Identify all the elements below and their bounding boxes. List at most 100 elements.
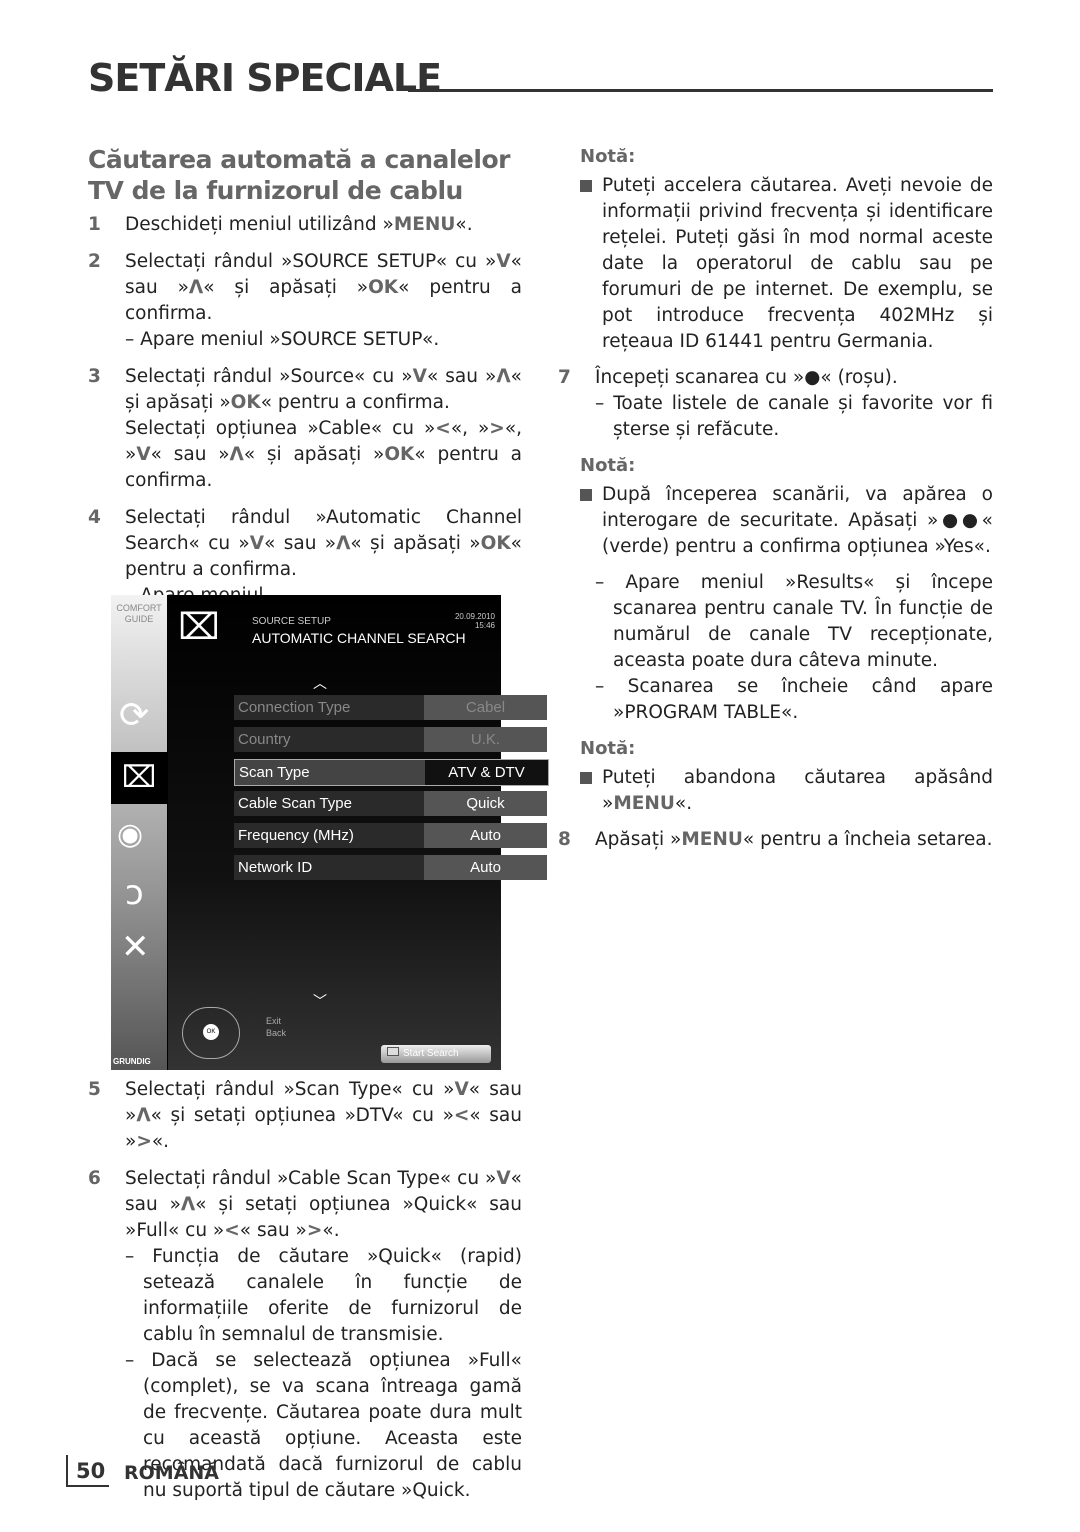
- steps-1-4: 1 Deschideți meniul utilizând »MENU«. 2 Sel…: [88, 212, 522, 620]
- note-bullet: Puteți accelera căutarea. Aveți nevoie d…: [580, 173, 993, 355]
- source-setup-header-icon: ⌧: [178, 607, 220, 648]
- menu-row[interactable]: Network ID Auto: [234, 855, 547, 880]
- note-bullet: Puteți abandona căutarea apăsând »MENU«.: [580, 765, 993, 817]
- step-subtext: – Toate listele de canale și favorite vo…: [595, 393, 993, 440]
- step-text: «, »: [450, 418, 490, 439]
- start-search-button[interactable]: Start Search: [381, 1045, 491, 1063]
- remote-key-label: Λ: [180, 1194, 196, 1215]
- note-text: După începerea scanării, va apărea o int…: [602, 484, 993, 557]
- menu-row[interactable]: Cable Scan Type Quick: [234, 791, 547, 816]
- menu-row[interactable]: Scan Type ATV & DTV: [234, 759, 549, 786]
- manual-page: SETĂRI SPECIALE Căutarea automată a cana…: [0, 0, 1080, 1532]
- note-heading: Notă:: [580, 146, 636, 167]
- note-subs: – Apare meniul »Results« și începe scana…: [595, 570, 993, 726]
- remote-key-label: OK: [480, 533, 511, 554]
- step-text: Deschideți meniul utilizând »: [125, 214, 394, 235]
- step-number: 5: [88, 1079, 101, 1100]
- right-column: Notă: Puteți accelera căutarea. Aveți ne…: [558, 144, 993, 853]
- remote-key-label: MENU: [393, 214, 456, 235]
- step-text: « sau »: [264, 533, 337, 554]
- menu-source-label: SOURCE SETUP: [252, 616, 331, 627]
- step-subtext: – Apare meniul »Results« și începe scana…: [595, 572, 993, 671]
- step-text: Selectați opțiunea »Cable« cu »: [125, 418, 436, 439]
- step-text: « pentru a confirma.: [260, 392, 450, 413]
- remote-key-label: V: [412, 366, 427, 387]
- tv-main-panel: ⌧ SOURCE SETUP AUTOMATIC CHANNEL SEARCH …: [168, 595, 549, 1070]
- tv-sidebar: COMFORT GUIDE ⟳ ⌧ ◉ ↄ ✕ GRUNDIG: [111, 595, 167, 1070]
- remote-key-label: >: [489, 418, 505, 439]
- step-text: Selectați rândul »Scan Type« cu »: [125, 1079, 455, 1100]
- red-button-icon: [387, 1047, 399, 1056]
- step-subtext: – Scanarea se încheie când apare »PROGRA…: [595, 676, 993, 723]
- remote-key-label: >: [136, 1131, 152, 1152]
- remote-navigation-icon: OK: [182, 1007, 240, 1059]
- menu-key: MENU: [681, 829, 743, 850]
- menu-row-value[interactable]: Auto: [424, 855, 547, 880]
- step-subtext: – Funcția de căutare »Quick« (rapid) set…: [125, 1246, 522, 1345]
- step-7: 7 Începeți scanarea cu »●« (roșu). – Toate…: [558, 365, 993, 443]
- menu-row-label: Frequency (MHz): [238, 827, 354, 844]
- section-heading: Căutarea automată a canalelor TV de la f…: [88, 145, 510, 205]
- remote-key-label: >: [306, 1220, 323, 1241]
- remote-key-label: Λ: [136, 1105, 151, 1126]
- menu-row-label: Network ID: [238, 859, 313, 876]
- date-time: 20.09.2010 15:46: [455, 612, 495, 630]
- brand-logo: GRUNDIG: [113, 1057, 151, 1066]
- back-label: Back: [266, 1028, 287, 1038]
- menu-row-value[interactable]: ATV & DTV: [425, 760, 548, 785]
- step-8: 8 Apăsați »MENU« pentru a încheia setarea…: [558, 827, 993, 853]
- step-text: Selectați rândul »Source« cu »: [125, 366, 413, 387]
- note-bullet: După începerea scanării, va apărea o int…: [580, 482, 993, 560]
- eye-icon: ◉: [117, 817, 144, 852]
- menu-row[interactable]: Connection Type Cabel: [234, 695, 547, 720]
- step-text: «.: [322, 1220, 340, 1241]
- note-heading: Notă:: [580, 455, 636, 476]
- bullet-square-icon: [580, 180, 592, 192]
- step-3: 3 Selectați rândul »Source« cu »V« sau »Λ…: [88, 364, 522, 494]
- note-heading: Notă:: [580, 738, 636, 759]
- menu-row-value[interactable]: Auto: [424, 823, 547, 848]
- title-rule: [408, 89, 993, 92]
- remote-key-label: Λ: [229, 444, 244, 465]
- bullet-square-icon: [580, 489, 592, 501]
- remote-key-label: V: [496, 1168, 511, 1189]
- media-play-icon: ⟳: [119, 695, 150, 736]
- step-text: Începeți scanarea cu »●« (roșu).: [595, 367, 898, 388]
- note-text: «.: [674, 793, 693, 814]
- menu-key: MENU: [613, 793, 675, 814]
- step-text: « pentru a încheia setarea.: [742, 829, 993, 850]
- menu-row-value[interactable]: U.K.: [424, 727, 547, 752]
- bullet-square-icon: [580, 772, 592, 784]
- step-number: 2: [88, 251, 101, 272]
- step-4: 4 Selectați rândul »Automatic Channel Sea…: [88, 505, 522, 609]
- step-subtext: – Apare meniul »SOURCE SETUP«.: [125, 329, 440, 350]
- menu-row-label: Cable Scan Type: [238, 795, 352, 812]
- menu-row[interactable]: Frequency (MHz) Auto: [234, 823, 547, 848]
- menu-row-value[interactable]: Cabel: [424, 695, 547, 720]
- menu-row-label: Scan Type: [239, 764, 310, 781]
- step-text: Selectați rândul »Cable Scan Type« cu »: [125, 1168, 497, 1189]
- step-number: 6: [88, 1168, 101, 1189]
- remote-key-label: OK: [368, 277, 399, 298]
- step-text: « sau »: [150, 444, 230, 465]
- step-number: 1: [88, 214, 101, 235]
- nav-legend: Exit Back: [266, 1015, 286, 1039]
- exit-label: Exit: [266, 1016, 282, 1026]
- remote-key-label: V: [249, 533, 265, 554]
- remote-key-label: Λ: [336, 533, 351, 554]
- step-number: 8: [558, 829, 571, 850]
- menu-row[interactable]: Country U.K.: [234, 727, 547, 752]
- scroll-up-icon[interactable]: ︿: [313, 673, 327, 693]
- step-text: « și apăsați »: [350, 533, 481, 554]
- scroll-down-icon[interactable]: ﹀: [313, 991, 327, 1011]
- date: 20.09.2010: [454, 612, 495, 621]
- ok-button-icon: OK: [203, 1024, 219, 1040]
- ear-icon: ↄ: [125, 873, 144, 913]
- remote-key-label: OK: [384, 444, 415, 465]
- step-5: 5 Selectați rândul »Scan Type« cu »V« sau…: [88, 1077, 522, 1155]
- steps-5-6: 5 Selectați rândul »Scan Type« cu »V« sau…: [88, 1077, 522, 1515]
- step-text: « și apăsați »: [243, 444, 385, 465]
- remote-key-label: OK: [230, 392, 261, 413]
- menu-row-value[interactable]: Quick: [424, 791, 547, 816]
- time: 15:46: [474, 621, 495, 630]
